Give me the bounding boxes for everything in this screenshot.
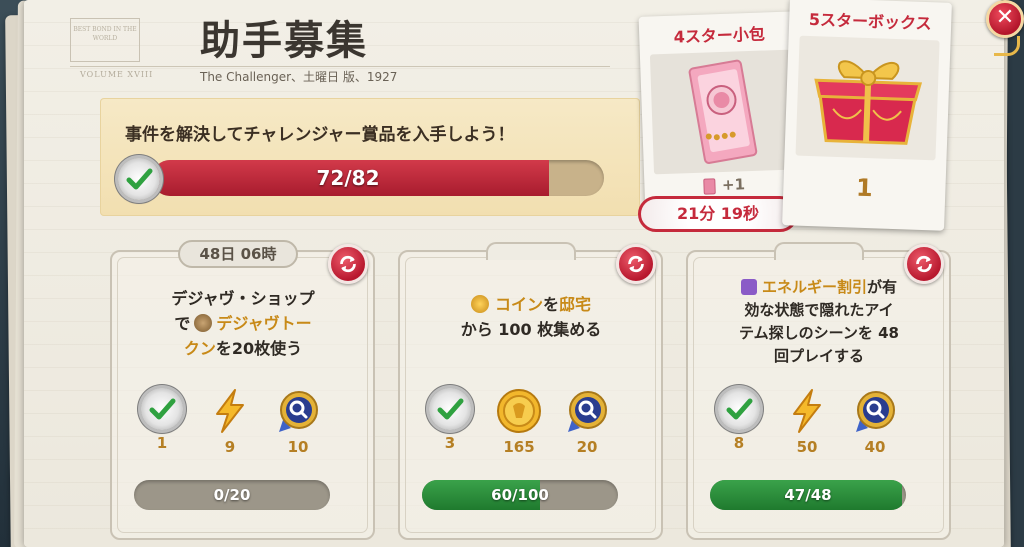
magnifier-badge-icon bbox=[564, 388, 610, 434]
task-timer: 48日 06時 bbox=[178, 240, 298, 268]
reward-check-1: 1 bbox=[137, 388, 187, 452]
reward-value: 50 bbox=[796, 438, 818, 456]
prize-timer: 21分 19秒 bbox=[638, 196, 798, 232]
prize-5star-image bbox=[795, 35, 940, 161]
main-progress-text: 72/82 bbox=[316, 166, 380, 190]
prize-5star-card[interactable]: 5スターボックス 1 bbox=[782, 0, 952, 231]
page-subtitle: The Challenger、土曜日 版、1927 bbox=[200, 70, 398, 84]
card-ornament bbox=[773, 242, 864, 260]
card-icon bbox=[703, 177, 717, 195]
task-3-progress-text: 47/48 bbox=[784, 486, 832, 504]
newspaper-stamp: BEST BOND IN THE WORLD bbox=[70, 18, 140, 62]
reward-value: 40 bbox=[864, 438, 886, 456]
reward-value: 20 bbox=[576, 438, 598, 456]
card-ornament bbox=[485, 242, 576, 260]
refresh-icon bbox=[628, 255, 644, 273]
lightning-icon bbox=[207, 388, 253, 434]
check-seal-icon bbox=[118, 158, 160, 200]
task-3-description: エネルギー割引が有 効な状態で隠れたアイ テム探しのシーンを 48 回プレイする bbox=[739, 278, 899, 365]
refresh-icon bbox=[340, 255, 356, 273]
header-rule bbox=[70, 66, 610, 67]
task-1-progress-text: 0/20 bbox=[213, 486, 251, 504]
reward-check-3: 8 bbox=[714, 388, 764, 452]
close-ornament bbox=[994, 36, 1020, 56]
page-title: 助手募集 bbox=[200, 17, 368, 64]
reward-xp-3: 40 bbox=[850, 388, 900, 456]
close-button[interactable]: ✕ bbox=[986, 0, 1024, 38]
challenge-banner bbox=[100, 98, 640, 216]
coin-icon bbox=[496, 388, 542, 434]
lightning-icon bbox=[784, 388, 830, 434]
banner-text: 事件を解決してチャレンジャー賞品を入手しよう！ bbox=[125, 125, 515, 145]
check-seal-icon bbox=[429, 388, 471, 430]
task-2-progress-text: 60/100 bbox=[491, 486, 549, 504]
reward-xp-1: 10 bbox=[273, 388, 323, 456]
magnifier-badge-icon bbox=[852, 388, 898, 434]
refresh-button-2[interactable] bbox=[616, 244, 656, 284]
prize-4star-card[interactable]: 4スター小包 +1 bbox=[638, 11, 806, 217]
reward-xp-2: 20 bbox=[562, 388, 612, 456]
prize-4star-title: 4スター小包 bbox=[673, 24, 766, 47]
check-seal-icon bbox=[718, 388, 760, 430]
refresh-button-1[interactable] bbox=[328, 244, 368, 284]
task-2-description: コインを邸宅 から 100 枚集める bbox=[460, 295, 602, 339]
reward-check-2: 3 bbox=[425, 388, 475, 452]
task-2-progress-bar: 60/100 bbox=[422, 480, 618, 510]
coin-icon bbox=[470, 295, 489, 313]
prize-5star-count: 1 bbox=[855, 173, 874, 203]
reward-value: 8 bbox=[733, 434, 745, 452]
prize-4star-plus: +1 bbox=[644, 173, 805, 197]
task-3-progress-bar: 47/48 bbox=[710, 480, 906, 510]
prize-4star-image bbox=[649, 49, 794, 175]
volume-text: VOLUME XVIII bbox=[80, 70, 154, 79]
magnifier-badge-icon bbox=[275, 388, 321, 434]
dejavu-token-icon bbox=[194, 314, 213, 332]
parcel-icon bbox=[688, 59, 758, 164]
check-seal-icon bbox=[141, 388, 183, 430]
reward-value: 1 bbox=[156, 434, 168, 452]
task-1-progress-bar: 0/20 bbox=[134, 480, 330, 510]
gift-box-icon bbox=[814, 60, 923, 145]
refresh-icon bbox=[916, 255, 932, 273]
reward-energy-1: 9 bbox=[205, 388, 255, 456]
task-1-description: デジャヴ・ショップ でデジャヴトー クンを20枚使う bbox=[171, 289, 315, 358]
film-reel-icon bbox=[740, 279, 757, 295]
reward-coin-2: 165 bbox=[494, 388, 544, 456]
reward-value: 9 bbox=[224, 438, 236, 456]
reward-value: 10 bbox=[287, 438, 309, 456]
main-progress-bar: 72/82 bbox=[152, 160, 604, 196]
reward-value: 3 bbox=[444, 434, 456, 452]
prize-5star-title: 5スターボックス bbox=[808, 9, 932, 34]
reward-value: 165 bbox=[503, 438, 535, 456]
reward-energy-3: 50 bbox=[782, 388, 832, 456]
